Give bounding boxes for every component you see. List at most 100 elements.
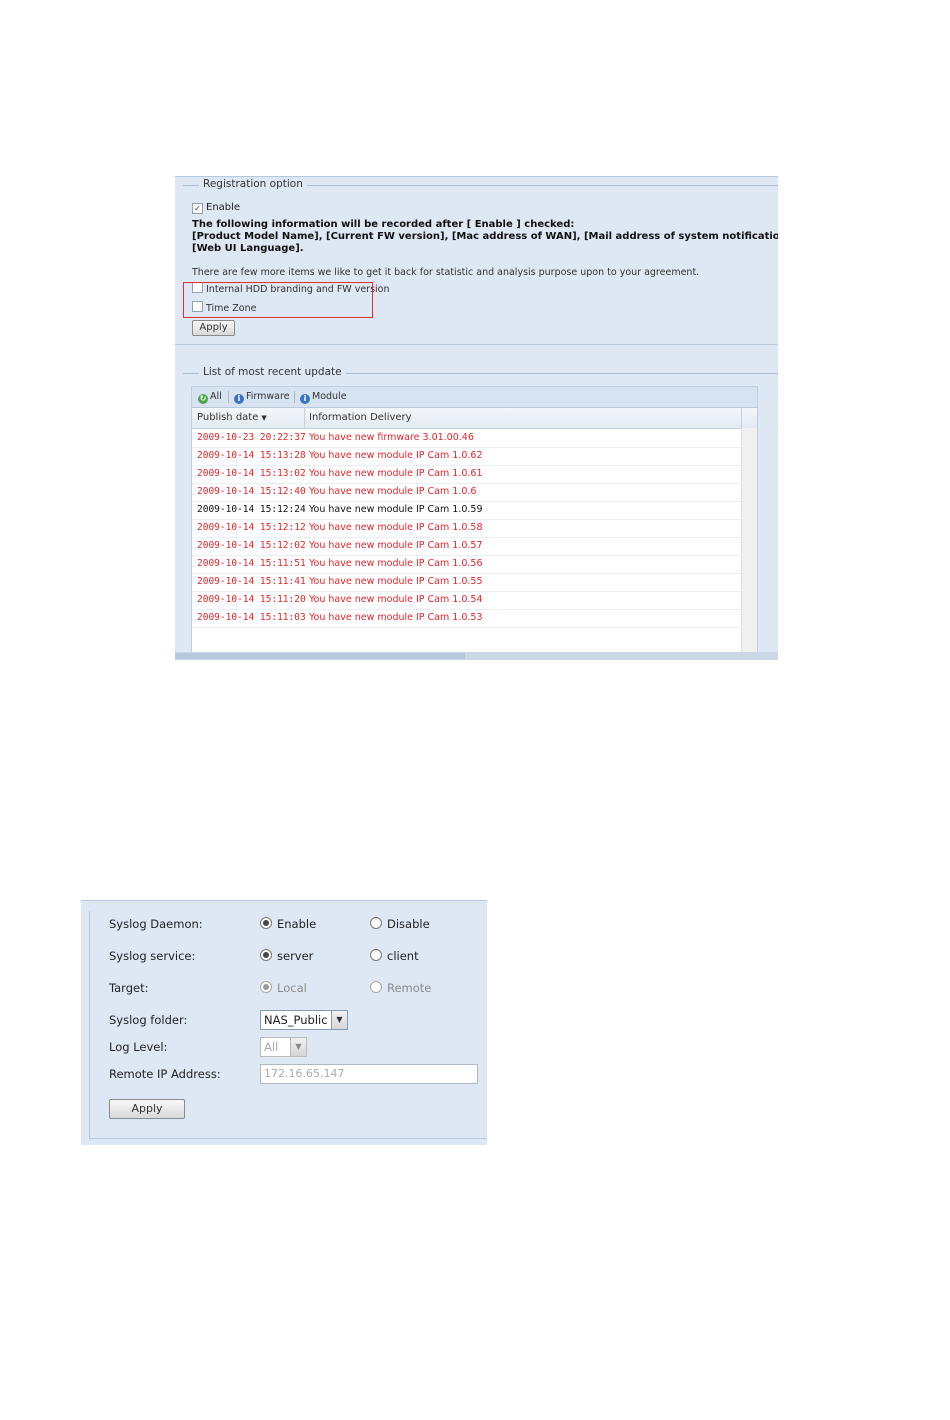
remote-ip-input[interactable]: 172.16.65.147 (260, 1064, 478, 1084)
grid-scrollbar[interactable] (741, 428, 757, 653)
service-server-radio[interactable] (260, 949, 272, 961)
target-remote-label: Remote (387, 981, 432, 995)
filter-module-button[interactable]: i Module (300, 391, 347, 404)
grid-toolbar: ↻ All i Firmware i Module (192, 387, 757, 408)
info-cell: You have new module IP Cam 1.0.61 (309, 468, 483, 479)
update-list-legend: List of most recent update (199, 366, 346, 378)
service-client-label: client (387, 949, 419, 963)
log-level-label: Log Level: (109, 1040, 168, 1054)
info-cell: You have new module IP Cam 1.0.6 (309, 486, 477, 497)
syslog-panel: Syslog Daemon: Enable Disable Syslog ser… (81, 900, 487, 1145)
registration-panel: Registration option ✓ Enable The followin… (175, 176, 778, 660)
column-info[interactable]: Information Delivery (309, 412, 412, 423)
publish-date-cell: 2009-10-14 15:12:24 (197, 504, 306, 515)
daemon-enable-label: Enable (277, 917, 317, 931)
service-server-option[interactable]: server (260, 949, 313, 963)
syslog-apply-button[interactable]: Apply (109, 1099, 185, 1119)
enable-label: Enable (206, 202, 241, 213)
table-row[interactable]: 2009-10-14 15:11:51 You have new module I… (192, 555, 742, 574)
info-cell: You have new module IP Cam 1.0.62 (309, 450, 483, 461)
table-row[interactable]: 2009-10-14 15:13:02 You have new module I… (192, 465, 742, 484)
info-cell: You have new module IP Cam 1.0.59 (309, 504, 483, 515)
table-row[interactable]: 2009-10-14 15:12:02 You have new module I… (192, 537, 742, 556)
info-cell: You have new module IP Cam 1.0.57 (309, 540, 483, 551)
daemon-disable-radio[interactable] (370, 917, 382, 929)
publish-date-cell: 2009-10-14 15:11:03 (197, 612, 306, 623)
syslog-daemon-label: Syslog Daemon: (109, 917, 203, 931)
toolbar-separator (294, 391, 295, 403)
publish-date-cell: 2009-10-23 20:22:37 (197, 432, 306, 443)
publish-date-cell: 2009-10-14 15:11:41 (197, 576, 306, 587)
toolbar-separator (228, 391, 229, 403)
daemon-enable-radio[interactable] (260, 917, 272, 929)
table-row[interactable]: 2009-10-14 15:12:24 You have new module I… (192, 501, 742, 520)
service-server-label: server (277, 949, 314, 963)
publish-date-cell: 2009-10-14 15:11:20 (197, 594, 306, 605)
filter-firmware-button[interactable]: i Firmware (234, 391, 290, 404)
info-icon: i (300, 394, 310, 404)
target-label: Target: (109, 981, 149, 995)
panel-horizontal-scrollbar[interactable] (175, 652, 778, 660)
target-local-radio[interactable] (260, 981, 272, 993)
service-client-radio[interactable] (370, 949, 382, 961)
syslog-folder-select[interactable]: NAS_Public ▼ (260, 1010, 348, 1030)
column-publish-date-label: Publish date (197, 412, 259, 423)
sort-desc-icon: ▼ (261, 414, 267, 422)
registration-legend: Registration option (199, 178, 307, 190)
table-row[interactable]: 2009-10-14 15:11:41 You have new module I… (192, 573, 742, 592)
table-row[interactable]: 2009-10-14 15:11:03 You have new module I… (192, 609, 742, 628)
column-publish-date[interactable]: Publish date ▼ (197, 412, 267, 423)
grid-header: Publish date ▼ Information Delivery (192, 408, 757, 429)
publish-date-cell: 2009-10-14 15:13:02 (197, 468, 306, 479)
log-level-select[interactable]: All ▼ (260, 1037, 307, 1057)
target-remote-radio[interactable] (370, 981, 382, 993)
filter-firmware-label: Firmware (246, 391, 290, 402)
info-cell: You have new module IP Cam 1.0.53 (309, 612, 483, 623)
target-local-option[interactable]: Local (260, 981, 307, 995)
log-level-value: All (264, 1040, 279, 1054)
table-row[interactable]: 2009-10-23 20:22:37 You have new firmware… (192, 429, 742, 448)
scrollbar-thumb[interactable] (175, 653, 465, 659)
info-cell: You have new module IP Cam 1.0.56 (309, 558, 483, 569)
publish-date-cell: 2009-10-14 15:12:40 (197, 486, 306, 497)
info-icon: i (234, 394, 244, 404)
registration-fieldset: Registration option (175, 178, 778, 345)
column-separator[interactable] (304, 408, 305, 428)
publish-date-cell: 2009-10-14 15:12:12 (197, 522, 306, 533)
daemon-disable-option[interactable]: Disable (370, 917, 430, 931)
refresh-icon: ↻ (198, 394, 208, 404)
table-row[interactable]: 2009-10-14 15:12:40 You have new module I… (192, 483, 742, 502)
publish-date-cell: 2009-10-14 15:12:02 (197, 540, 306, 551)
table-row[interactable]: 2009-10-14 15:12:12 You have new module I… (192, 519, 742, 538)
daemon-enable-option[interactable]: Enable (260, 917, 316, 931)
target-local-label: Local (277, 981, 307, 995)
info-cell: You have new module IP Cam 1.0.58 (309, 522, 483, 533)
info-cell: You have new module IP Cam 1.0.54 (309, 594, 483, 605)
target-remote-option[interactable]: Remote (370, 981, 431, 995)
chevron-down-icon[interactable]: ▼ (331, 1011, 347, 1029)
filter-all-label: All (210, 391, 222, 402)
enable-option[interactable]: ✓ Enable (192, 202, 240, 214)
column-separator[interactable] (741, 408, 742, 428)
syslog-folder-value: NAS_Public (264, 1013, 328, 1027)
daemon-disable-label: Disable (387, 917, 430, 931)
extra-note: There are few more items we like to get … (192, 267, 700, 278)
filter-module-label: Module (312, 391, 347, 402)
remote-ip-label: Remote IP Address: (109, 1067, 221, 1081)
syslog-service-label: Syslog service: (109, 949, 196, 963)
filter-all-button[interactable]: ↻ All (198, 391, 222, 404)
registration-apply-button[interactable]: Apply (192, 320, 235, 336)
publish-date-cell: 2009-10-14 15:11:51 (197, 558, 306, 569)
info-line-1: The following information will be record… (192, 219, 575, 230)
highlight-box (183, 282, 373, 318)
enable-checkbox[interactable]: ✓ (192, 203, 203, 214)
table-row[interactable]: 2009-10-14 15:11:20 You have new module I… (192, 591, 742, 610)
info-cell: You have new module IP Cam 1.0.55 (309, 576, 483, 587)
publish-date-cell: 2009-10-14 15:13:28 (197, 450, 306, 461)
service-client-option[interactable]: client (370, 949, 419, 963)
chevron-down-icon[interactable]: ▼ (290, 1038, 306, 1056)
update-grid: ↻ All i Firmware i Module Publish date ▼ Inf… (191, 386, 758, 654)
info-cell: You have new firmware 3.01.00.46 (309, 432, 474, 443)
info-line-2: [Product Model Name], [Current FW versio… (192, 231, 778, 242)
table-row[interactable]: 2009-10-14 15:13:28 You have new module I… (192, 447, 742, 466)
